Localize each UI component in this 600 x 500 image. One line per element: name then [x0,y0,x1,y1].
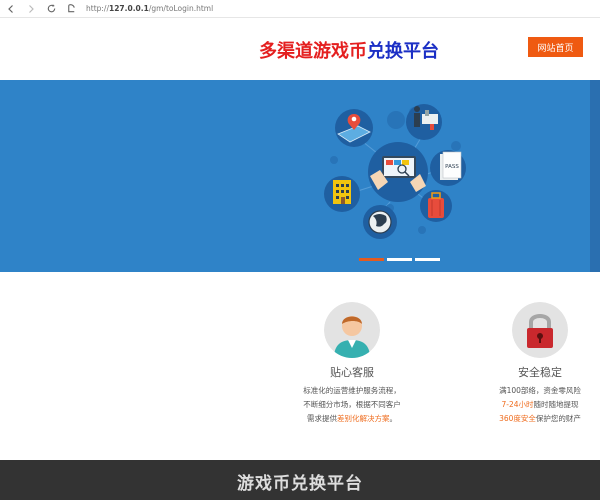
customer-service-icon [324,302,380,358]
security-line-2-post: 随时随地提现 [533,400,579,409]
globe-icon [368,210,392,234]
home-page-button[interactable]: 网站首页 [528,37,583,57]
service-line-2: 不断细分市场，根据不同客户 [303,400,401,409]
address-path: /gm/toLogin.html [148,4,214,13]
service-line-3-highlight: 差别化解决方案 [337,414,390,423]
address-host: 127.0.0.1 [108,4,149,13]
service-line-3-post: 。 [389,414,398,423]
site-title-part2: 兑换平台 [367,41,439,62]
security-line-1: 满100部络，资金零风险 [499,386,581,395]
address-prefix: http:// [86,4,109,13]
slider-indicators [359,258,440,261]
banner [0,80,590,272]
address-bar[interactable]: http://127.0.0.1/gm/toLogin.html [86,4,213,13]
security-line-3-highlight: 360度安全 [499,414,536,423]
security-line-2: 7-24小时随时随地提现 [488,399,592,410]
forward-icon[interactable] [22,1,40,17]
security-title: 安全稳定 [518,366,562,379]
security-line-3: 360度安全保护您的财产 [488,413,592,424]
security-line-2-highlight: 7-24小时 [501,400,534,409]
security-lock-icon [512,302,568,358]
slide-indicator-2[interactable] [387,258,412,261]
banner-side-ribbon [582,80,600,272]
footer-title: 游戏币兑换平台 [237,474,363,494]
reload-icon[interactable] [42,1,60,17]
building-icon [333,180,351,204]
service-line-3-pre: 需求提供 [307,414,337,423]
browser-toolbar: http://127.0.0.1/gm/toLogin.html [0,0,600,18]
back-icon[interactable] [2,1,20,17]
slide-indicator-3[interactable] [415,258,440,261]
service-line-1: 标准化的运营维护服务流程， [303,386,401,395]
passport-label: PASS [445,164,459,170]
service-line-3: 需求提供差别化解决方案。 [298,413,406,424]
security-line-3-post: 保护您的财产 [535,414,581,423]
slide-indicator-1[interactable] [359,258,384,261]
passport-icon: PASS [440,151,462,180]
site-title-part1: 多渠道游戏币 [259,41,367,62]
site-title: 多渠道游戏币兑换平台 [259,37,439,63]
service-title: 贴心客服 [330,366,374,379]
home-nav-icon[interactable] [62,1,80,17]
banner-illustration: PASS [324,104,466,239]
